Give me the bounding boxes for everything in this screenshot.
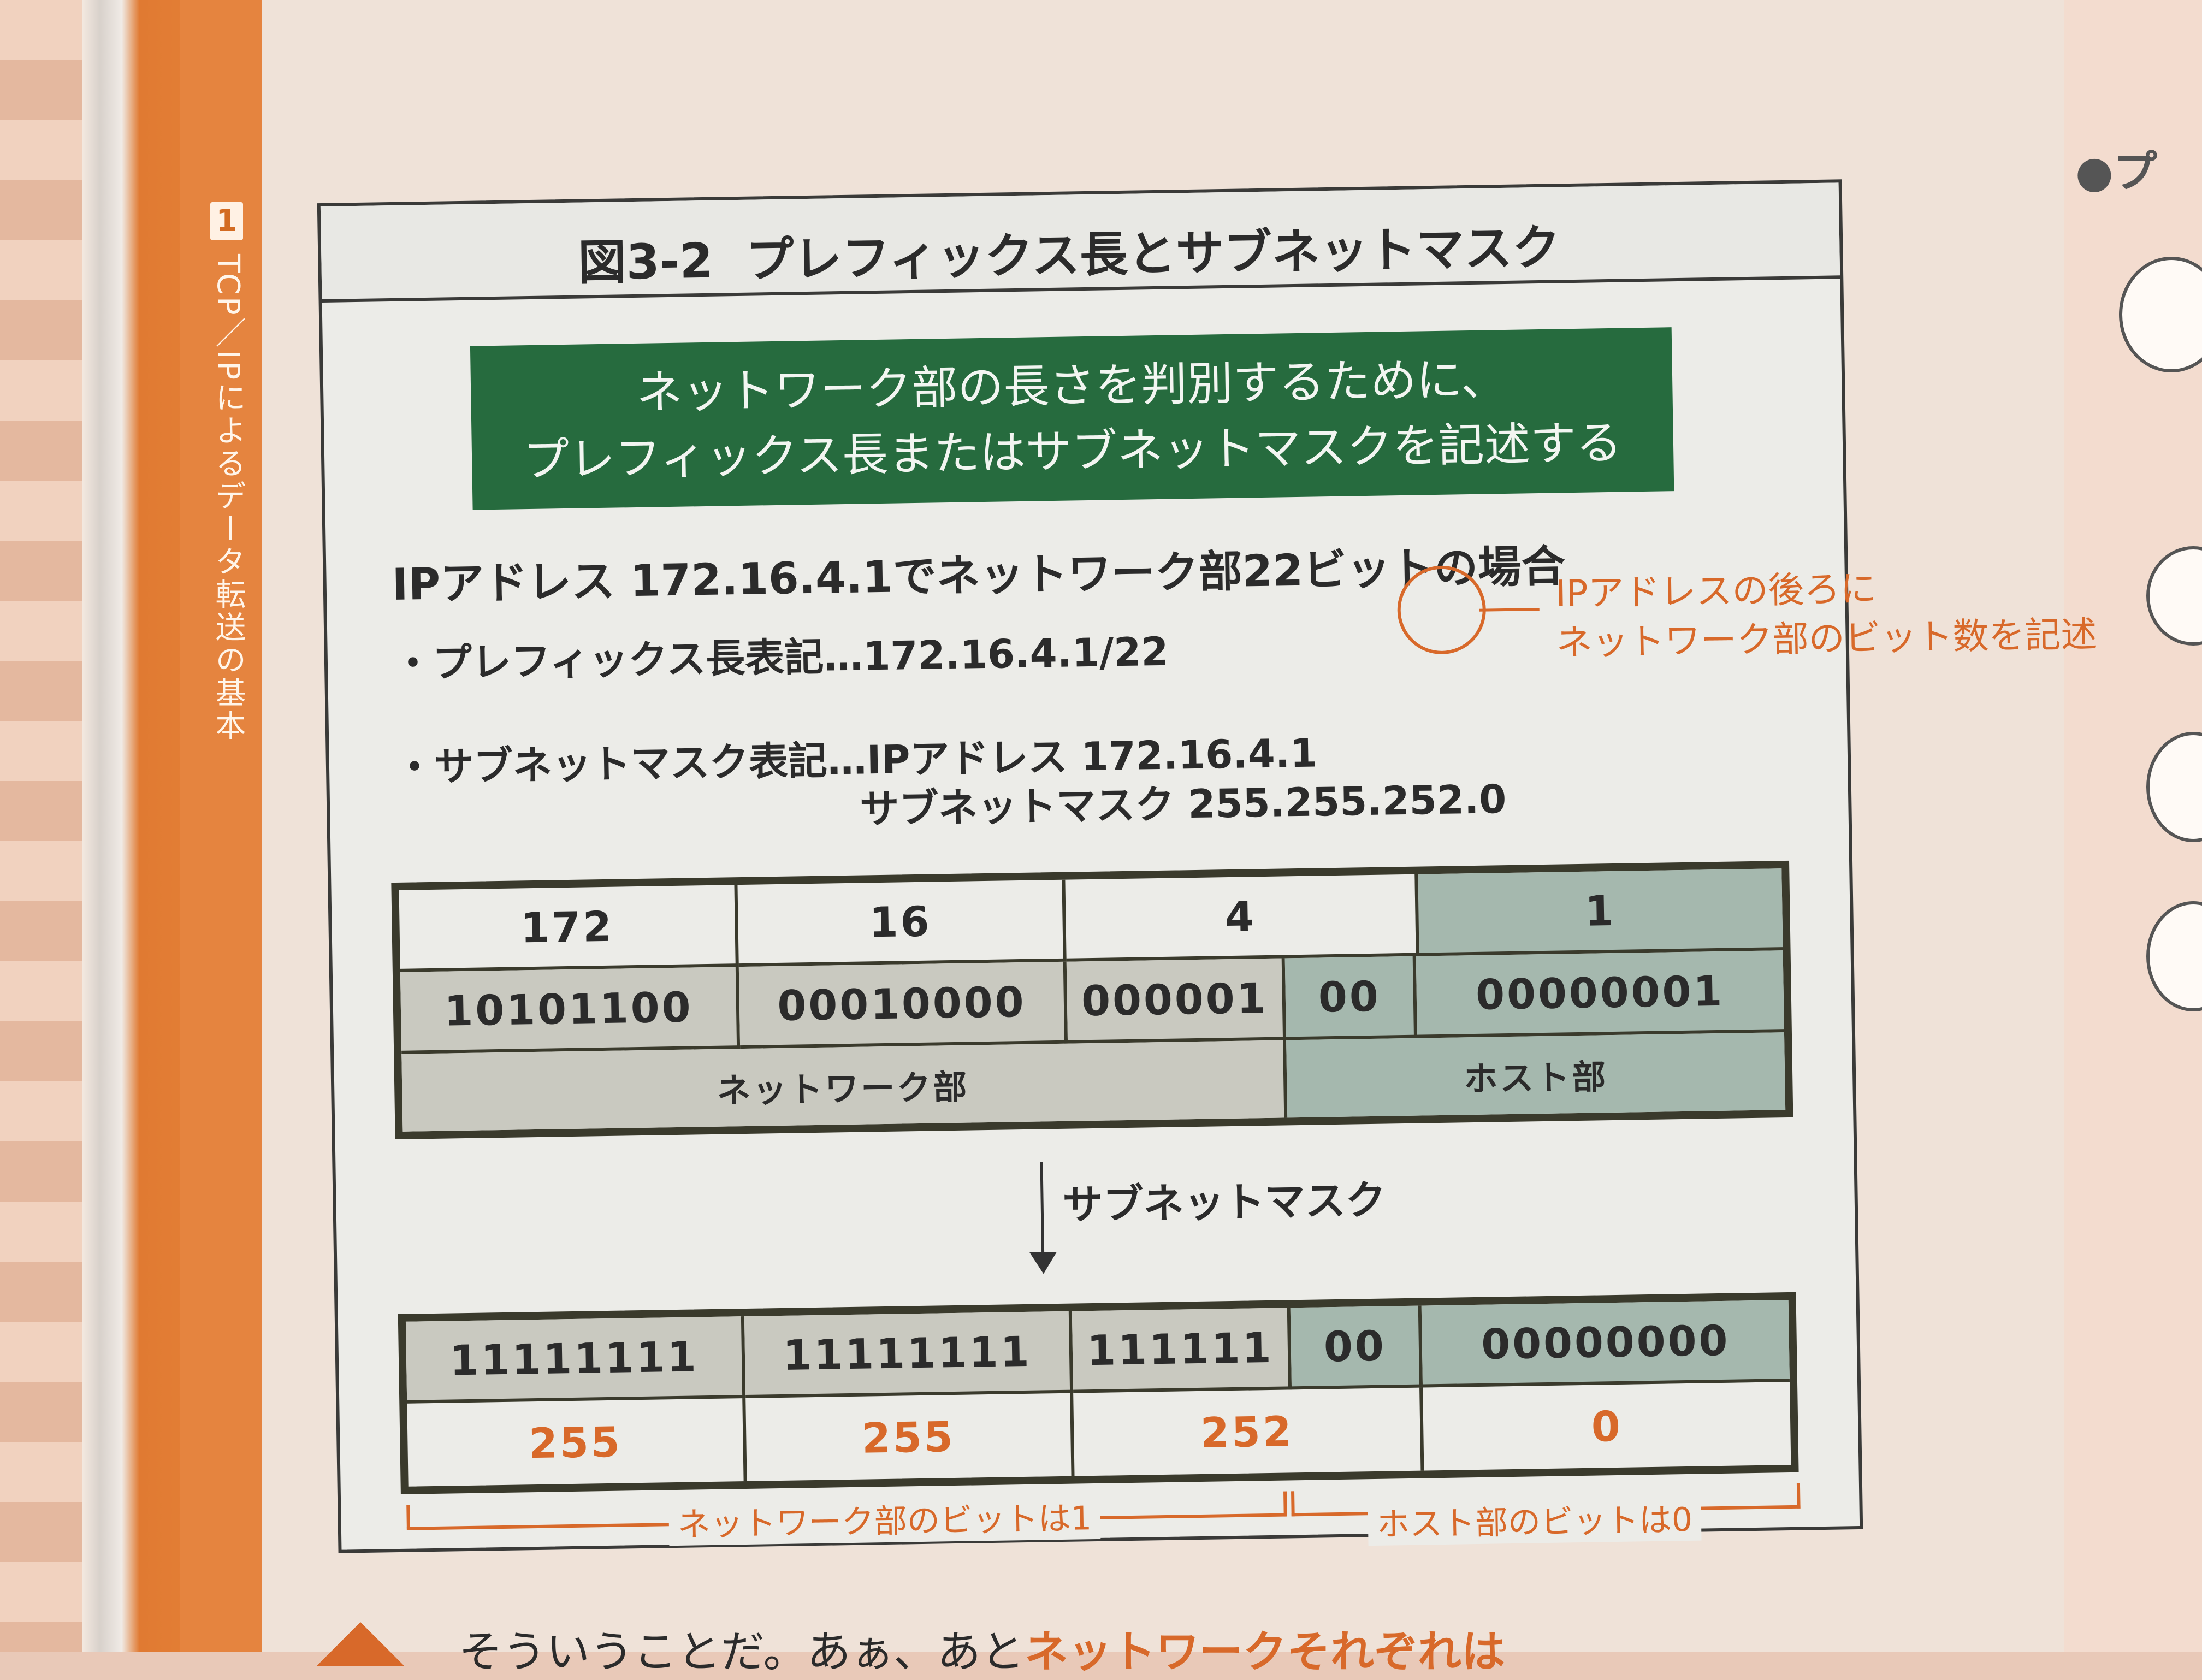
subnet-notation-mask: サブネットマスク 255.255.252.0: [859, 776, 1507, 832]
ip-address-table: 172 16 4 1 10101100 00010000 000001 00 0…: [391, 860, 1793, 1140]
note-leader-line: [1479, 608, 1540, 612]
case-description: IPアドレス 172.16.4.1でネットワーク部22ビットの場合: [392, 541, 1566, 611]
summary-banner: ネットワーク部の長さを判別するために、 プレフィックス長またはサブネットマスクを…: [470, 327, 1674, 510]
figure-title: 図3-2 プレフィックス長とサブネットマスク: [577, 209, 1561, 293]
chapter-title: TCP／IPによるデータ転送の基本: [210, 254, 246, 743]
arrow-label: サブネットマスク: [1062, 1176, 1387, 1229]
table-cell: 000001: [1066, 958, 1287, 1044]
table-cell: 00: [1284, 956, 1418, 1040]
table-cell: 00010000: [738, 961, 1068, 1049]
table-cell: 00000000: [1421, 1300, 1790, 1388]
prefix-note-line-2: ネットワーク部のビット数を記述: [1556, 613, 2098, 664]
bottom-body-text: そういうことだ。あぁ、あとネットワークそれぞれは: [459, 1617, 1505, 1680]
figure-frame: 図3-2 プレフィックス長とサブネットマスク ネットワーク部の長さを判別するために…: [317, 179, 2097, 1553]
bottom-text-highlight: ネットワークそれぞれは: [1025, 1626, 1505, 1677]
subnet-mask-table: 11111111 11111111 111111 00 00000000 255…: [398, 1292, 1799, 1494]
table-cell: 255: [407, 1398, 747, 1487]
table-cell: 1: [1414, 868, 1783, 956]
figure-title-bar: 図3-2 プレフィックス長とサブネットマスク: [320, 182, 1840, 303]
prefix-note-line-1: IPアドレスの後ろに: [1555, 567, 1877, 615]
left-page-edge: [0, 0, 82, 1652]
table-cell: 255: [745, 1393, 1075, 1482]
arrow-head-icon: [1029, 1252, 1057, 1274]
table-cell: 111111: [1072, 1308, 1292, 1393]
table-cell: 10101100: [400, 967, 741, 1054]
down-arrow-icon: [1040, 1162, 1045, 1261]
table-cell: 11111111: [405, 1316, 746, 1404]
right-page-heading: ●プ: [2075, 146, 2157, 197]
table-cell: 252: [1073, 1387, 1424, 1476]
host-part-label: ホスト部: [1286, 1032, 1786, 1118]
prefix-note: IPアドレスの後ろに ネットワーク部のビット数を記述: [1555, 561, 2098, 668]
figure-title-text: プレフィックス長とサブネットマスク: [745, 219, 1561, 288]
table-cell: 00000001: [1416, 950, 1784, 1038]
network-part-label: ネットワーク部: [401, 1040, 1288, 1132]
table-cell: 16: [737, 879, 1067, 967]
chapter-tab: [180, 0, 262, 1652]
chapter-number: 1: [210, 202, 243, 240]
prefix-highlight-circle: [1396, 565, 1487, 655]
host-bits-label: ホスト部のビットは0: [1368, 1493, 1702, 1546]
table-cell: 00: [1290, 1305, 1423, 1390]
table-cell: 172: [399, 885, 739, 972]
bottom-text-prefix: そういうことだ。あぁ、あと: [459, 1626, 1025, 1677]
table-cell: 0: [1591, 1401, 1623, 1451]
table-cell: 11111111: [744, 1311, 1074, 1399]
network-bits-label: ネットワーク部のビットは1: [668, 1491, 1101, 1546]
figure-number: 図3-2: [577, 232, 714, 291]
table-cell: 4: [1065, 874, 1416, 962]
prefix-notation: ・プレフィックス長表記…172.16.4.1/22: [393, 628, 1169, 687]
